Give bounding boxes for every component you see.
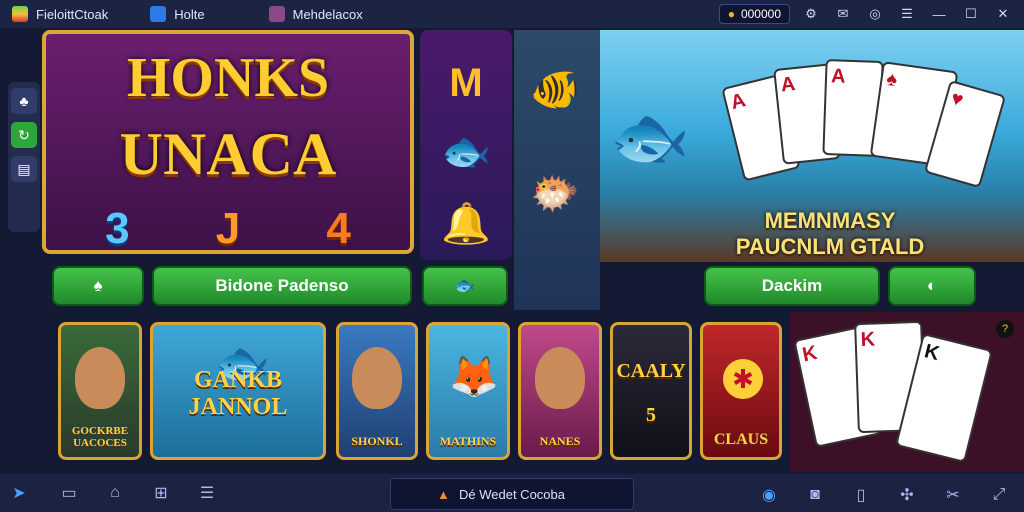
game-thumbnail-label: NANES [539, 434, 581, 448]
fox-icon: 🦊 [449, 355, 499, 399]
tab-game-label: Mehdelacox [292, 6, 363, 22]
folder-icon[interactable]: ▤ [11, 156, 37, 182]
gamepad-icon[interactable]: ♣ [11, 88, 37, 114]
maximize-icon[interactable]: ☐ [960, 3, 982, 25]
refresh-icon[interactable]: ↻ [11, 122, 37, 148]
share-button[interactable]: ◐ [888, 266, 976, 306]
tab-app-label: FieloittCtoak [36, 6, 109, 22]
game-thumbnail[interactable]: GOCKRBE UACOCES [58, 322, 142, 460]
tab-app[interactable]: FieloittCtoak [0, 0, 120, 28]
fish-icon: 🐠 [530, 68, 580, 112]
fish-column: 🐠 🐡 [514, 30, 600, 310]
camera-icon[interactable]: ◙ [802, 482, 828, 508]
side-toolbar: ♣ ↻ ▤ [8, 82, 40, 232]
fish-icon: 🐟 [454, 276, 476, 295]
letter-m-icon: M [449, 60, 483, 105]
title-bar: FieloittCtoak Holte Mehdelacox ● 000000 … [0, 0, 1024, 28]
game-thumbnail[interactable]: CAALY 5 [610, 322, 692, 460]
featured-title: MEMNMASY PAUCNLM GTALD [710, 208, 950, 260]
slot-reels: 3 J 4 [62, 204, 394, 253]
fish-icon: 🐟 [441, 129, 491, 174]
coin-value: 000000 [740, 7, 781, 21]
game-thumbnail[interactable]: NANES [518, 322, 602, 460]
play-slot-button-label: Bidone Padenso [215, 276, 349, 295]
character-portrait [535, 347, 585, 409]
leaf-icon: ♠ [93, 276, 103, 295]
help-icon[interactable]: ◎ [864, 3, 886, 25]
coin-icon: ● [727, 7, 735, 21]
tab-home[interactable]: Holte [138, 0, 216, 28]
game-thumbnail[interactable]: ✱ CLAUS [700, 322, 782, 460]
character-portrait [352, 347, 402, 409]
game-thumbnail-label: CAALY 5 [616, 360, 686, 426]
slot-game-banner[interactable]: HONKS UNACA 3 J 4 [42, 30, 414, 254]
reel-value: 3 [105, 204, 130, 253]
leaping-fish-icon: 🐟 [610, 101, 690, 173]
gift-icon[interactable]: ⊞ [148, 480, 174, 506]
featured-title-line1: MEMNMASY [764, 208, 896, 233]
reel-value: J [215, 204, 241, 253]
bell-icon: 🔔 [441, 201, 491, 246]
leaf-button[interactable]: ♠ [52, 266, 144, 306]
globe-icon[interactable]: ◉ [756, 482, 782, 508]
coin-counter[interactable]: ● 000000 [718, 4, 790, 24]
character-portrait [75, 347, 125, 409]
expand-icon[interactable]: ⤢ [986, 482, 1012, 508]
tablet-icon[interactable]: ▯ [848, 482, 874, 508]
share-icon: ◐ [926, 276, 938, 295]
gamepad-icon[interactable]: ✣ [894, 482, 920, 508]
game-thumbnail-label: MATHINS [439, 434, 497, 448]
game-thumbnail[interactable]: 🦊 MATHINS [426, 322, 510, 460]
card-game-preview[interactable]: K K K ? [790, 312, 1024, 472]
game-tab-icon [268, 6, 285, 22]
game-thumbnail[interactable]: SHONKL [336, 322, 418, 460]
featured-play-button[interactable]: Dackim [704, 266, 880, 306]
home-icon [150, 6, 167, 22]
game-thumbnail-label: SHONKL [351, 434, 403, 448]
symbol-column: M 🐟 🔔 [420, 30, 512, 260]
close-icon[interactable]: ✕ [992, 3, 1014, 25]
back-icon[interactable]: ➤ [6, 480, 32, 506]
featured-game-banner[interactable]: 🐟 A A A ♠ ♥ MEMNMASY PAUCNLM GTALD [600, 30, 1024, 262]
tab-home-label: Holte [174, 6, 205, 22]
search-bar[interactable]: ▲ Dé Wedet Cocoba [390, 478, 634, 510]
menu-icon[interactable]: ☰ [896, 3, 918, 25]
slot-title-line2: UNACA [119, 121, 337, 187]
fish-button[interactable]: 🐟 [422, 266, 508, 306]
info-icon[interactable]: ? [996, 320, 1014, 338]
triangle-icon: ▲ [437, 486, 450, 502]
bottom-right-icons: ◉ ◙ ▯ ✣ ✂ ⤢ [756, 482, 1012, 508]
settings-icon[interactable]: ⚙ [800, 3, 822, 25]
minimize-icon[interactable]: — [928, 3, 950, 25]
star-badge-icon: ✱ [723, 359, 763, 399]
app-logo-icon [12, 6, 28, 22]
scissors-icon[interactable]: ✂ [940, 482, 966, 508]
document-icon[interactable]: ☰ [194, 480, 220, 506]
fish-icon: 🐡 [530, 172, 580, 216]
featured-play-button-label: Dackim [761, 276, 823, 295]
featured-title-line2: PAUCNLM GTALD [735, 234, 925, 259]
reel-value: 4 [326, 204, 351, 253]
tab-game[interactable]: Mehdelacox [257, 0, 375, 28]
home-icon[interactable]: ⌂ [102, 480, 128, 506]
game-thumbnail-label: GANKB JANNOL [188, 367, 288, 420]
notification-icon[interactable]: ✉ [832, 3, 854, 25]
game-thumbnail-label: CLAUS [713, 431, 769, 448]
game-thumbnail-label: GOCKRBE UACOCES [71, 425, 129, 449]
play-slot-button[interactable]: Bidone Padenso [152, 266, 412, 306]
screen-icon[interactable]: ▭ [56, 480, 82, 506]
search-bar-label: Dé Wedet Cocoba [459, 486, 565, 502]
game-thumbnail[interactable]: 🐟 GANKB JANNOL [150, 322, 326, 460]
slot-title-line1: HONKS [126, 47, 330, 109]
